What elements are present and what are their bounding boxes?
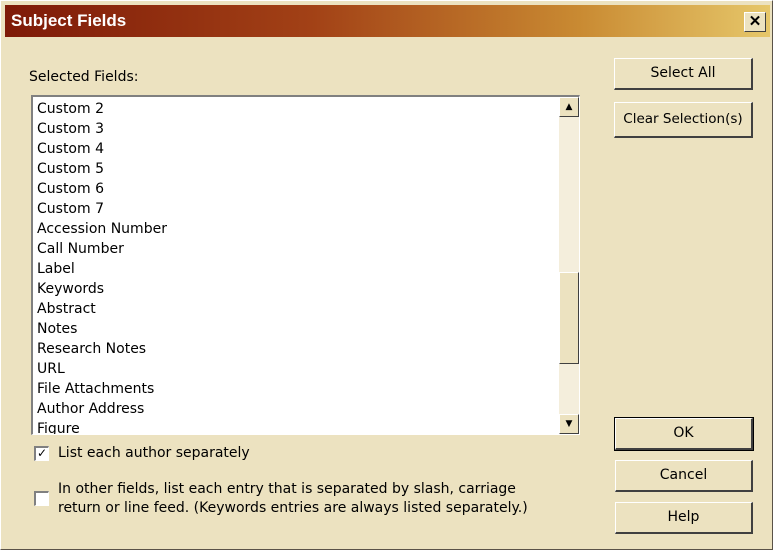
list-item[interactable]: Custom 6 <box>37 179 552 199</box>
list-author-label[interactable]: List each author separately <box>58 444 250 463</box>
select-all-button[interactable]: Select All <box>614 58 753 90</box>
close-icon: ✕ <box>748 13 762 30</box>
list-item[interactable]: Call Number <box>37 239 552 259</box>
list-item[interactable]: Custom 3 <box>37 119 552 139</box>
scroll-thumb[interactable] <box>559 272 579 364</box>
listbox-scrollbar[interactable]: ▲ ▼ <box>559 97 579 434</box>
checkmark-icon: ✓ <box>36 446 48 460</box>
selected-fields-listbox[interactable]: Custom 2 Custom 3 Custom 4 Custom 5 Custom 6… <box>31 95 580 435</box>
close-button[interactable]: ✕ <box>744 12 766 32</box>
list-item[interactable]: Notes <box>37 319 552 339</box>
list-item[interactable]: Custom 2 <box>37 99 552 119</box>
scroll-up-button[interactable]: ▲ <box>559 97 579 117</box>
list-item[interactable]: Research Notes <box>37 339 552 359</box>
list-item[interactable]: Author Address <box>37 399 552 419</box>
cancel-button[interactable]: Cancel <box>615 460 753 492</box>
subject-fields-dialog: Subject Fields ✕ Selected Fields: Custom… <box>0 0 773 550</box>
list-item[interactable]: Custom 7 <box>37 199 552 219</box>
list-item[interactable]: Figure <box>37 419 552 434</box>
list-item[interactable]: Label <box>37 259 552 279</box>
dialog-title: Subject Fields <box>11 11 127 30</box>
list-item[interactable]: URL <box>37 359 552 379</box>
scroll-down-button[interactable]: ▼ <box>559 414 579 434</box>
other-fields-label-line2[interactable]: return or line feed. (Keywords entries a… <box>58 499 528 518</box>
up-arrow-icon: ▲ <box>565 102 573 112</box>
list-item[interactable]: Abstract <box>37 299 552 319</box>
ok-button[interactable]: OK <box>614 417 754 451</box>
other-fields-checkbox[interactable] <box>34 491 49 506</box>
list-item[interactable]: File Attachments <box>37 379 552 399</box>
selected-fields-label: Selected Fields: <box>29 69 139 85</box>
other-fields-label-line1[interactable]: In other fields, list each entry that is… <box>58 480 516 499</box>
list-item[interactable]: Keywords <box>37 279 552 299</box>
list-item[interactable]: Custom 4 <box>37 139 552 159</box>
list-item[interactable]: Custom 5 <box>37 159 552 179</box>
list-author-checkbox[interactable]: ✓ <box>34 446 49 461</box>
clear-selection-button[interactable]: Clear Selection(s) <box>614 102 753 138</box>
down-arrow-icon: ▼ <box>565 419 573 429</box>
list-item[interactable]: Accession Number <box>37 219 552 239</box>
title-bar[interactable]: Subject Fields ✕ <box>5 5 770 37</box>
selected-fields-list: Custom 2 Custom 3 Custom 4 Custom 5 Custom 6… <box>37 99 552 434</box>
help-button[interactable]: Help <box>615 502 753 534</box>
